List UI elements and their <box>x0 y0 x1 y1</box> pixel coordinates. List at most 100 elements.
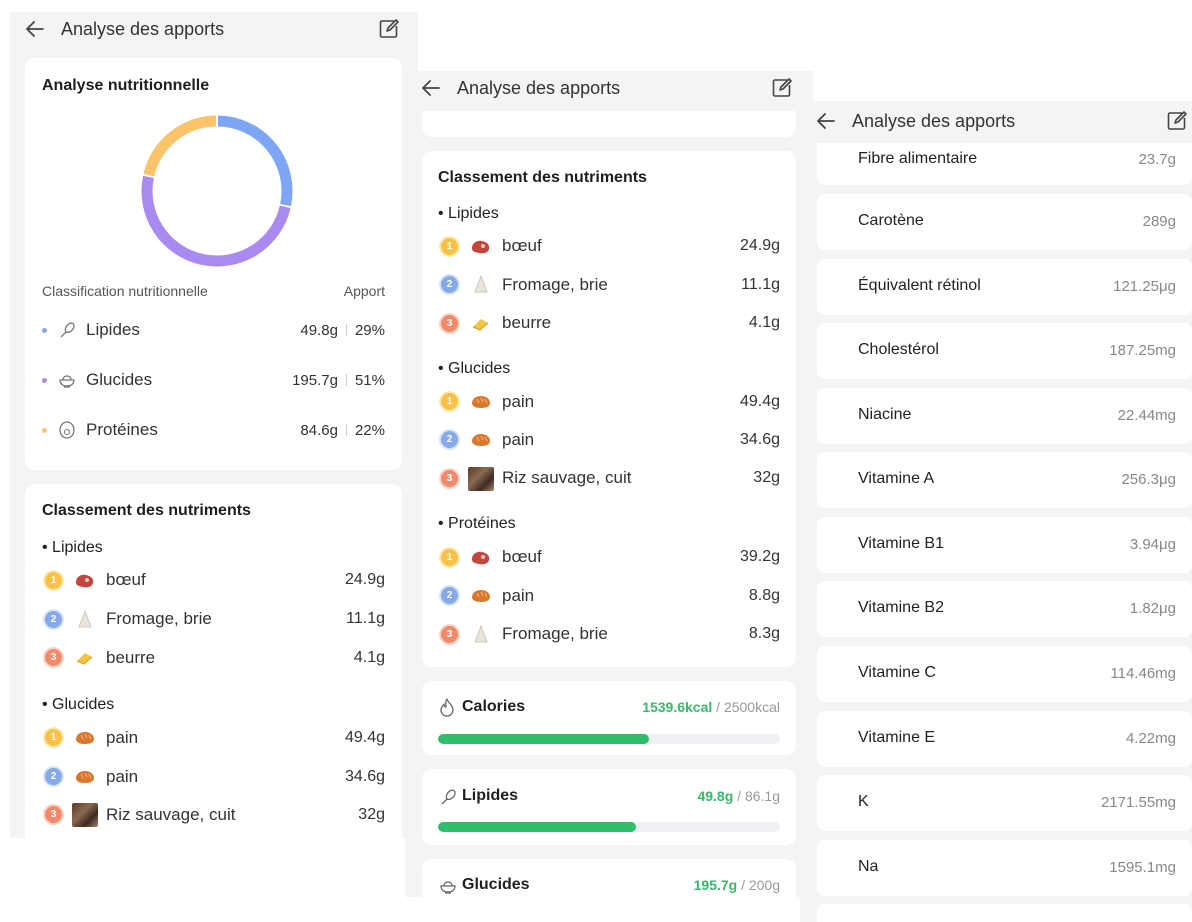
macro-percent: 22% <box>354 421 385 439</box>
rank-food-name: pain <box>106 728 139 747</box>
nutrient-row[interactable]: Carotène 289g <box>817 194 1192 250</box>
nutrient-name: Fibre alimentaire <box>858 150 978 167</box>
nutrient-row[interactable]: Équivalent rétinol 121.25μg <box>817 259 1192 315</box>
rank-food-name: pain <box>502 430 535 449</box>
divider <box>345 324 347 336</box>
macro-name: Glucides <box>86 370 153 389</box>
ranking-category: • Lipides <box>438 205 499 222</box>
nutrient-name: Cholestérol <box>858 341 939 358</box>
nutrient-value: 23.7g <box>1138 151 1176 168</box>
nutrient-row[interactable]: Vitamine E 4.22mg <box>817 711 1192 767</box>
rank-food-name: Riz sauvage, cuit <box>106 805 236 824</box>
beef-icon <box>472 240 490 254</box>
rank-3-medal: 3 <box>441 470 458 487</box>
beef-icon <box>472 551 490 565</box>
rank-food-name: Fromage, brie <box>106 609 212 628</box>
nutrient-value: 289g <box>1142 213 1176 230</box>
beef-icon <box>76 574 94 588</box>
macro-name: Protéines <box>86 420 158 439</box>
rank-3-medal: 3 <box>441 626 458 643</box>
edit-icon[interactable] <box>378 18 400 40</box>
progress-card-calories[interactable]: Calories 1539.6kcal / 2500kcal <box>422 681 796 755</box>
rice-bowl-icon <box>440 881 456 894</box>
nutrient-row[interactable]: Vitamine B1 3.94μg <box>817 517 1192 573</box>
card-title: Analyse nutritionnelle <box>42 77 210 94</box>
nutrient-row[interactable]: Vitamine A 256.3μg <box>817 452 1192 508</box>
rank-2-medal: 2 <box>441 276 458 293</box>
back-arrow-icon[interactable] <box>24 18 46 40</box>
nutrient-row[interactable]: K 2171.55mg <box>817 775 1192 831</box>
progress-card-lipides[interactable]: Lipides 49.8g / 86.1g <box>422 769 796 845</box>
nutrient-row[interactable]: Vitamine B2 1.82μg <box>817 581 1192 637</box>
macro-row-proteines[interactable]: Protéines 84.6g 22% <box>42 416 385 444</box>
nutrient-name: Vitamine B1 <box>858 535 944 552</box>
nutrient-row[interactable]: Cholestérol 187.25mg <box>817 323 1192 379</box>
progress-name: Lipides <box>462 787 519 804</box>
divider <box>345 424 347 436</box>
rank-2-medal: 2 <box>441 431 458 448</box>
nutrient-value: 22.44mg <box>1117 407 1176 424</box>
screen-3: Analyse des apports Fibre alimentaire 23.… <box>800 101 1192 922</box>
top-bar: Analyse des apports <box>10 12 418 52</box>
progress-name: Calories <box>462 698 526 715</box>
donut-slice-protéines <box>143 115 217 177</box>
edit-icon[interactable] <box>1166 110 1188 132</box>
rank-1-medal: 1 <box>45 572 62 589</box>
progress-values: 49.8g / 86.1g <box>697 788 780 804</box>
rank-2-medal: 2 <box>45 768 62 785</box>
page-title: Analyse des apports <box>852 111 1016 131</box>
back-arrow-icon[interactable] <box>420 77 442 99</box>
column-intake: Apport <box>343 283 385 299</box>
butter-icon <box>472 319 489 331</box>
macro-row-lipides[interactable]: Lipides 49.8g 29% <box>42 316 385 344</box>
nutrient-row[interactable]: Vitamine C 114.46mg <box>817 646 1192 702</box>
rank-2-medal: 2 <box>441 587 458 604</box>
nutrient-row[interactable]: Niacine 22.44mg <box>817 388 1192 444</box>
nutrient-value: 1595.1mg <box>1109 859 1176 876</box>
rank-value: 8.3g <box>748 625 780 642</box>
nutrition-donut-chart <box>141 115 293 267</box>
wild-rice-photo <box>468 467 494 491</box>
nutrient-name: Vitamine E <box>858 729 936 746</box>
rank-1-medal: 1 <box>441 238 458 255</box>
rank-value: 39.2g <box>739 548 780 565</box>
back-arrow-icon[interactable] <box>815 110 837 132</box>
rank-3-medal: 3 <box>45 649 62 666</box>
macro-row-glucides[interactable]: Glucides 195.7g 51% <box>42 366 385 394</box>
rank-food-name: pain <box>106 767 139 786</box>
progress-fill <box>438 734 649 744</box>
nutrient-value: 2171.55mg <box>1100 794 1176 811</box>
rank-food-name: bœuf <box>502 547 542 566</box>
screen-2: Analyse des apports Classement des nutri… <box>405 71 813 897</box>
macro-name: Lipides <box>86 320 140 339</box>
rank-value: 24.9g <box>344 571 385 588</box>
page-title: Analyse des apports <box>457 78 621 98</box>
rank-value: 11.1g <box>346 610 385 627</box>
rank-food-name: bœuf <box>106 570 146 589</box>
nutrient-ranking-card: Classement des nutriments • Lipides 1 bœ… <box>25 484 402 838</box>
edit-icon[interactable] <box>771 77 793 99</box>
ranking-category: • Protéines <box>438 515 516 532</box>
nutrient-name: Na <box>858 858 879 875</box>
nutrient-ranking-card: Classement des nutriments • Lipides 1 bœ… <box>422 151 796 667</box>
rank-value: 49.4g <box>739 393 780 410</box>
nutrient-row[interactable]: Na 1595.1mg <box>817 840 1192 896</box>
rank-value: 4.1g <box>748 314 780 331</box>
nutrient-name: Niacine <box>858 406 912 423</box>
nutrient-name: Vitamine B2 <box>858 599 944 616</box>
nutrient-row-partial <box>817 904 1192 922</box>
nutrient-value: 114.46mg <box>1110 665 1176 682</box>
cheese-icon <box>78 609 92 628</box>
rank-food-name: beurre <box>502 313 552 332</box>
nutrient-value: 1.82μg <box>1129 600 1176 617</box>
rank-food-name: beurre <box>106 648 156 667</box>
nutrient-value: 4.22mg <box>1125 730 1176 747</box>
progress-card-glucides[interactable]: Glucides 195.7g / 200g <box>422 859 796 897</box>
card-title: Classement des nutriments <box>42 502 251 519</box>
macro-percent: 29% <box>354 321 385 339</box>
progress-fill <box>438 822 636 832</box>
rank-food-name: Fromage, brie <box>502 624 608 643</box>
nutrient-value: 3.94μg <box>1129 536 1176 553</box>
rank-value: 8.8g <box>748 587 780 604</box>
rank-value: 32g <box>358 806 385 823</box>
